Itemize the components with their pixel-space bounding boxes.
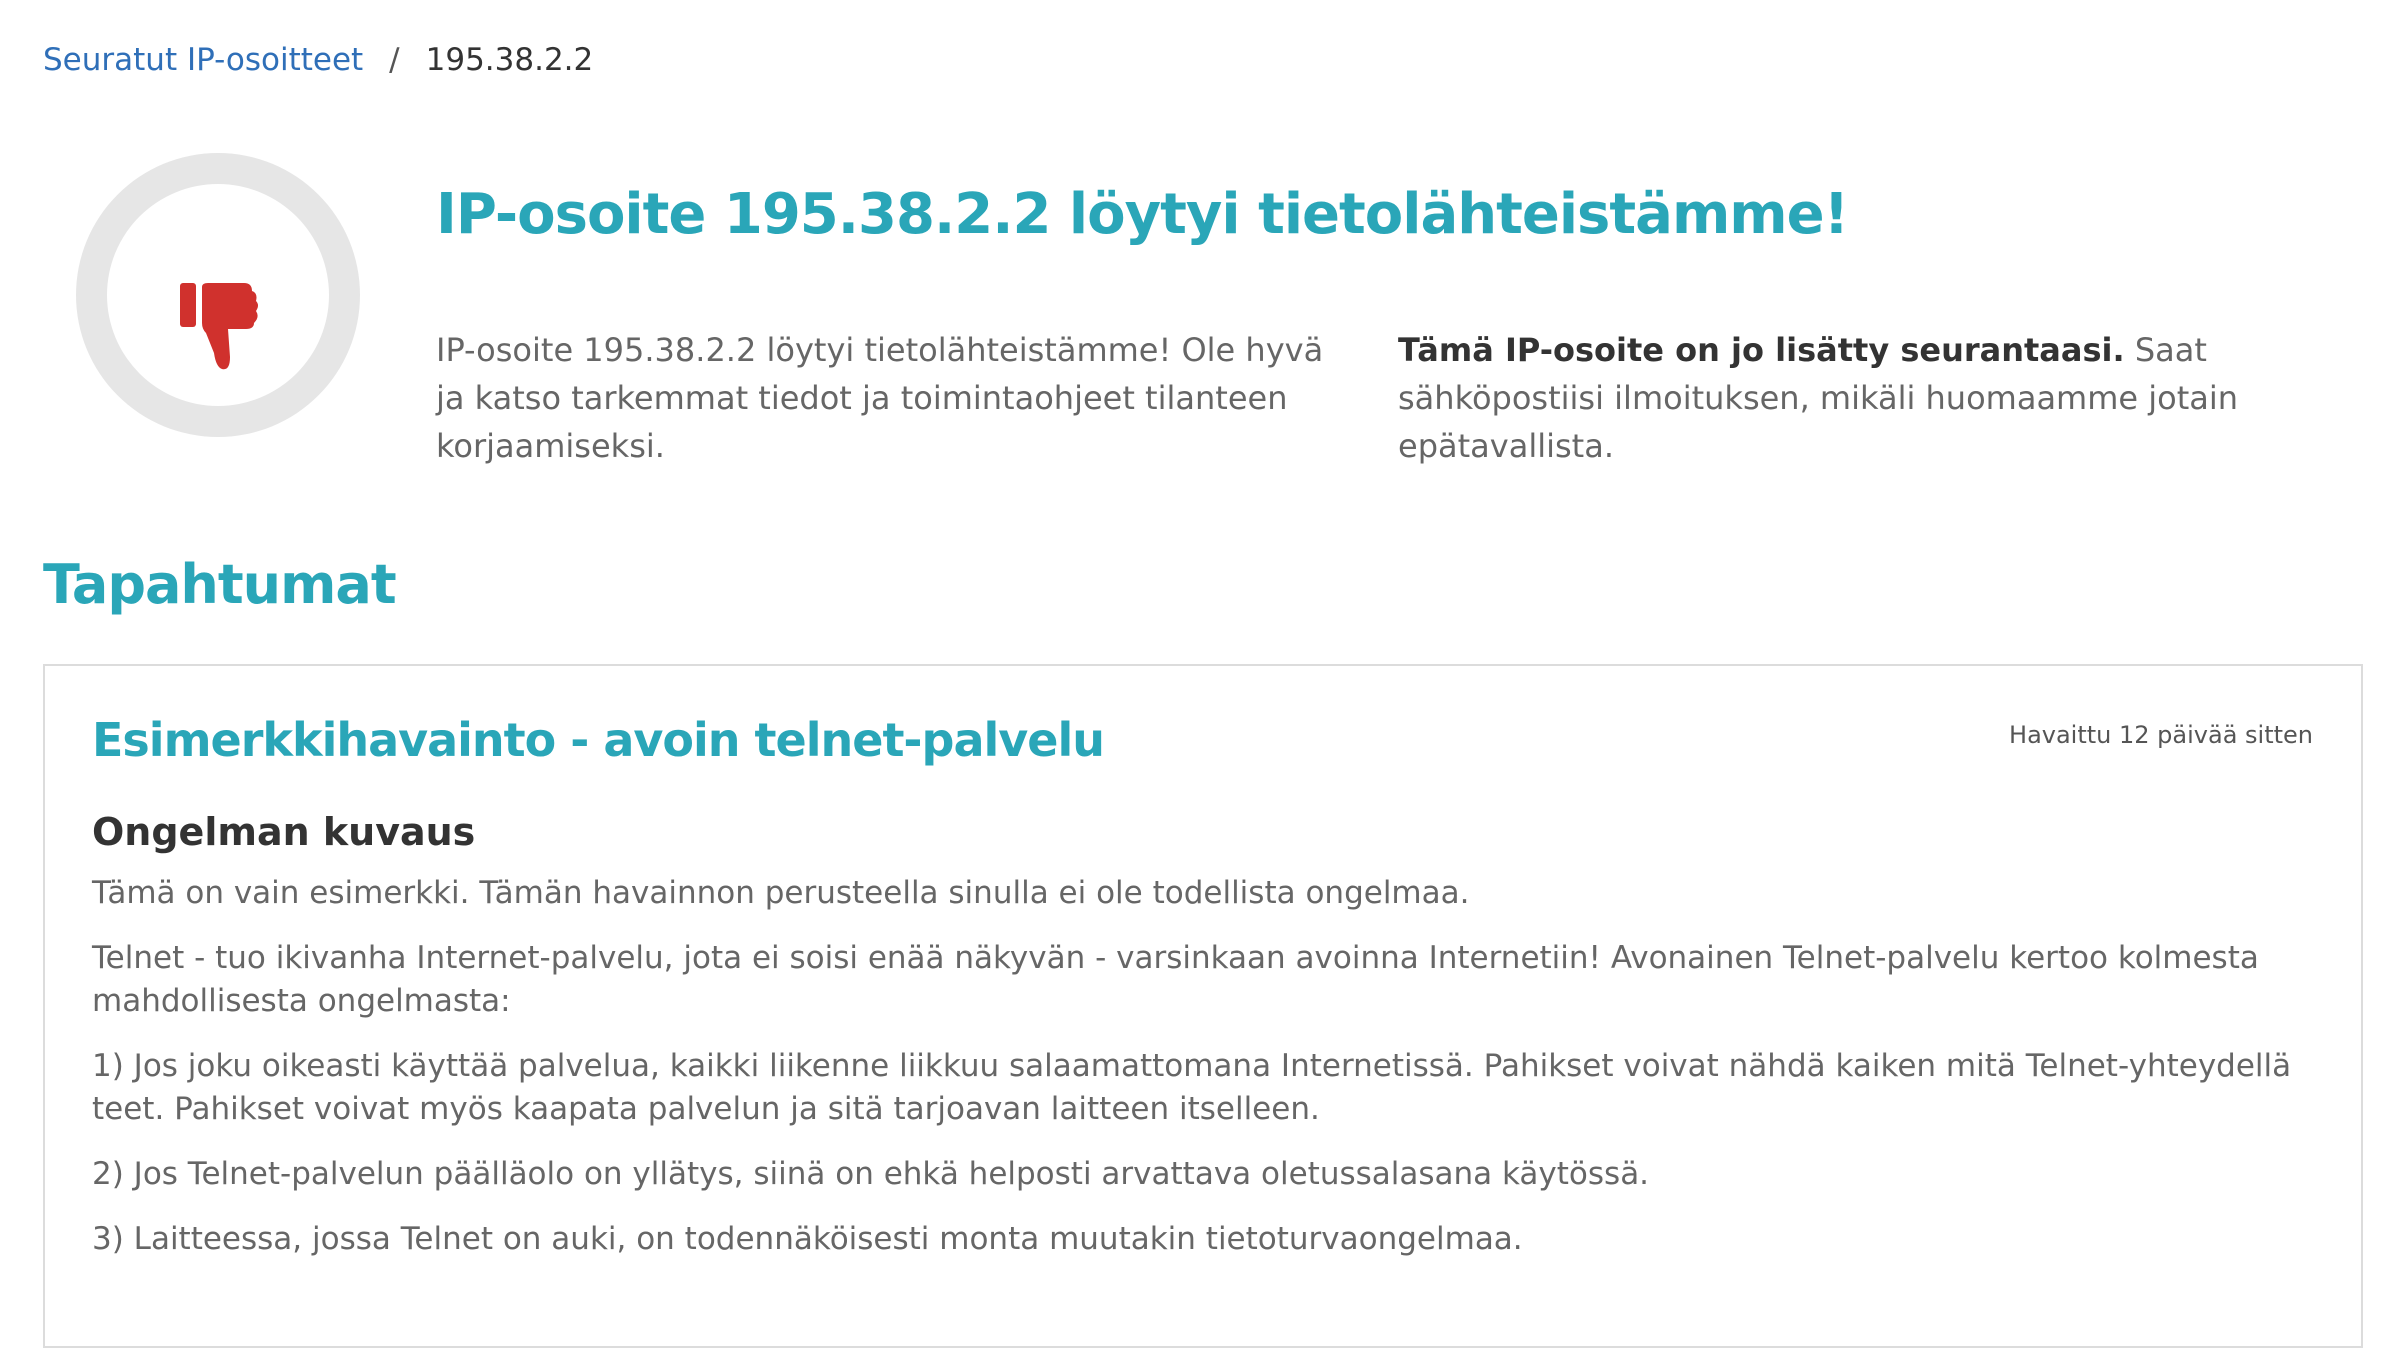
breadcrumb-current: 195.38.2.2 <box>425 42 594 78</box>
status-indicator <box>76 153 360 437</box>
event-paragraph: 1) Jos joku oikeasti käyttää palvelua, k… <box>92 1048 2292 1127</box>
event-timestamp: Havaittu 12 päivää sitten <box>2009 721 2313 749</box>
breadcrumb-link-monitored-ips[interactable]: Seuratut IP-osoitteet <box>43 42 363 78</box>
page-title: IP-osoite 195.38.2.2 löytyi tietolähteis… <box>436 182 1849 247</box>
events-section-title: Tapahtumat <box>43 553 397 616</box>
event-description: Tämä on vain esimerkki. Tämän havainnon … <box>92 872 2322 1283</box>
event-paragraph: 3) Laitteessa, jossa Telnet on auki, on … <box>92 1221 1523 1257</box>
event-subtitle: Ongelman kuvaus <box>92 810 476 854</box>
event-paragraph: Telnet - tuo ikivanha Internet-palvelu, … <box>92 940 2259 1019</box>
monitoring-notice: Tämä IP-osoite on jo lisätty seurantaasi… <box>1398 326 2328 470</box>
event-card: Esimerkkihavainto - avoin telnet-palvelu… <box>43 664 2363 1348</box>
event-title: Esimerkkihavainto - avoin telnet-palvelu <box>92 713 1105 767</box>
status-indicator-inner <box>107 184 329 406</box>
status-description: IP-osoite 195.38.2.2 löytyi tietolähteis… <box>436 331 1324 465</box>
event-paragraph: Tämä on vain esimerkki. Tämän havainnon … <box>92 875 1470 911</box>
monitoring-notice-bold: Tämä IP-osoite on jo lisätty seurantaasi… <box>1398 331 2125 369</box>
thumbs-down-icon <box>180 283 258 370</box>
breadcrumb-separator: / <box>389 42 400 78</box>
breadcrumb: Seuratut IP-osoitteet / 195.38.2.2 <box>43 40 593 80</box>
event-paragraph: 2) Jos Telnet-palvelun päälläolo on yllä… <box>92 1156 1650 1192</box>
